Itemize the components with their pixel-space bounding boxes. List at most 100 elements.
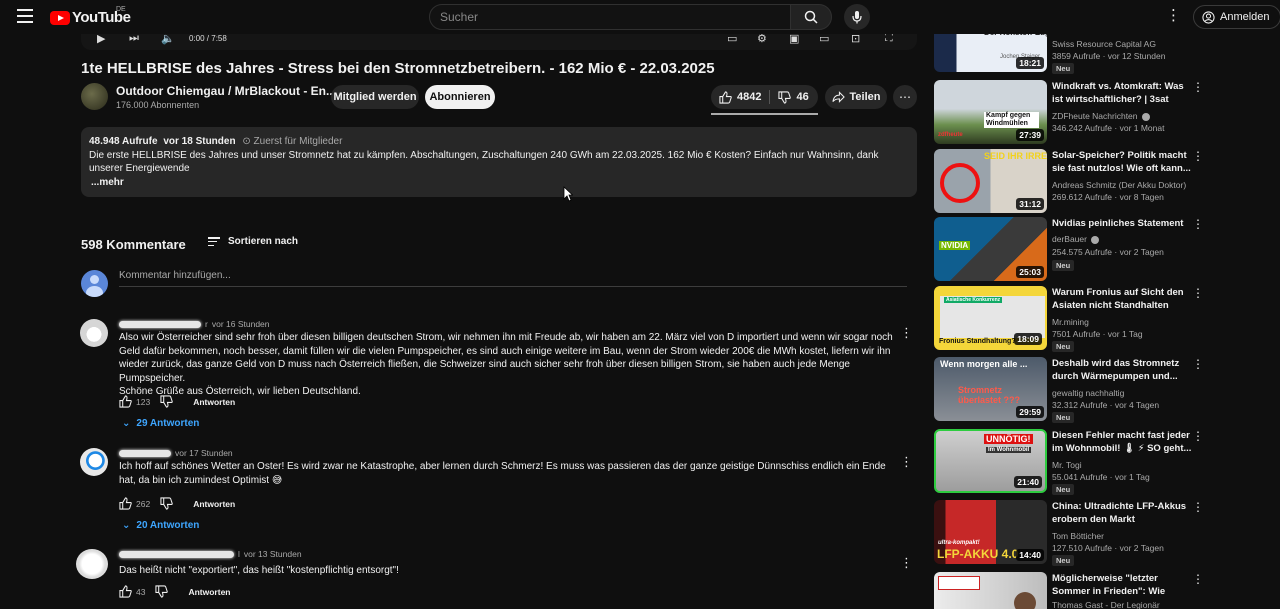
thumbs-up-icon[interactable]: [119, 395, 132, 408]
signin-button[interactable]: Anmelden: [1193, 5, 1280, 29]
show-more-link[interactable]: ...mehr: [91, 176, 909, 190]
video-thumbnail[interactable]: SEID IHR IRRE? 31:12: [934, 149, 1047, 213]
sort-label: Sortieren nach: [228, 236, 299, 247]
video-title[interactable]: China: Ultradichte LFP-Akkus erobern den…: [1052, 500, 1192, 526]
like-button[interactable]: 4842: [711, 85, 769, 109]
video-title[interactable]: Möglicherweise "letzter Sommer in Friede…: [1052, 572, 1192, 598]
video-menu-icon[interactable]: ⋮: [1192, 572, 1204, 586]
comment-avatar[interactable]: [80, 319, 108, 347]
search-input[interactable]: Sucher: [429, 4, 791, 30]
comment-menu-icon[interactable]: ⋮: [900, 325, 913, 341]
video-menu-icon[interactable]: ⋮: [1192, 149, 1204, 163]
video-thumbnail[interactable]: Asiatische Konkurrenz Fronius Standhaltu…: [934, 286, 1047, 350]
video-menu-icon[interactable]: ⋮: [1192, 80, 1204, 94]
video-thumbnail[interactable]: ultra-kompakt! LFP-AKKU 4.0 14:40: [934, 500, 1047, 564]
video-title[interactable]: Diesen Fehler macht fast jeder im Wohnmo…: [1052, 429, 1192, 455]
related-video[interactable]: NVIDIA 25:03 Nvidias peinliches Statemen…: [934, 217, 1210, 281]
dislike-button[interactable]: 46: [770, 85, 816, 109]
new-badge: Neu: [1052, 484, 1075, 495]
thumbs-up-icon[interactable]: [119, 497, 132, 510]
video-thumbnail[interactable]: NVIDIA 25:03: [934, 217, 1047, 281]
comment-time[interactable]: vor 17 Stunden: [175, 448, 233, 458]
video-title[interactable]: Deshalb wird das Stromnetz durch Wärmepu…: [1052, 357, 1192, 383]
video-channel: Andreas Schmitz (Der Akku Doktor): [1052, 180, 1187, 190]
related-video[interactable]: Wenn morgen alle ... Stromnetz überlaste…: [934, 357, 1210, 423]
video-title[interactable]: Nvidias peinliches Statement: [1052, 217, 1192, 230]
thumbs-down-icon[interactable]: [160, 395, 173, 408]
youtube-logo[interactable]: YouTube DE: [50, 6, 131, 26]
thumbnail-text: UNNÖTIG!: [984, 434, 1033, 444]
comment-thread: l vor 13 Stunden Das heißt nicht "export…: [76, 549, 916, 607]
video-title[interactable]: Solar-Speicher? Politik macht sie fast n…: [1052, 149, 1192, 175]
author-name-suffix: l: [238, 549, 240, 559]
video-meta: 269.612 Aufrufe · vor 8 Tagen: [1052, 192, 1164, 202]
related-video[interactable]: Kampf gegen Windmühlen zdfheute 27:39 Wi…: [934, 80, 1210, 144]
video-title[interactable]: Windkraft vs. Atomkraft: Was ist wirtsch…: [1052, 80, 1192, 106]
description-meta: 48.948 Aufrufe vor 18 Stunden ⊙ Zuerst f…: [89, 135, 909, 149]
thumbs-down-icon[interactable]: [155, 585, 169, 598]
add-comment-underline: [119, 286, 907, 287]
view-replies-button[interactable]: ⌄ 29 Antworten: [122, 418, 199, 429]
video-menu-icon[interactable]: ⋮: [1192, 357, 1204, 371]
channel-avatar[interactable]: [81, 83, 108, 110]
video-thumbnail[interactable]: Wenn morgen alle ... Stromnetz überlaste…: [934, 357, 1047, 421]
more-actions-button[interactable]: ⋯: [893, 85, 917, 109]
related-video[interactable]: ultra-kompakt! LFP-AKKU 4.0 14:40 China:…: [934, 500, 1210, 566]
video-thumbnail[interactable]: [934, 572, 1047, 609]
video-thumbnail[interactable]: UNNÖTIG! Im Wohnmobil 21:40: [934, 429, 1047, 493]
video-menu-icon[interactable]: ⋮: [1192, 429, 1204, 443]
menu-icon[interactable]: [17, 9, 33, 23]
new-badge: Neu: [1052, 63, 1075, 74]
search-button[interactable]: [790, 4, 832, 30]
reply-button[interactable]: Antworten: [193, 499, 235, 509]
comment-avatar[interactable]: [76, 549, 108, 579]
share-label: Teilen: [849, 91, 881, 103]
video-thumbnail[interactable]: Kampf gegen Windmühlen zdfheute 27:39: [934, 80, 1047, 144]
related-video[interactable]: SEID IHR IRRE? 31:12 Solar-Speicher? Pol…: [934, 149, 1210, 213]
subscribe-button[interactable]: Abonnieren: [425, 85, 495, 109]
thumbs-down-icon[interactable]: [160, 497, 173, 510]
author-name-blurred[interactable]: [119, 550, 234, 558]
description-box[interactable]: 48.948 Aufrufe vor 18 Stunden ⊙ Zuerst f…: [81, 127, 917, 197]
reply-button[interactable]: Antworten: [188, 587, 230, 597]
settings-more-icon[interactable]: ⋮: [1166, 8, 1181, 24]
video-duration: 14:40: [1016, 549, 1044, 561]
reply-button[interactable]: Antworten: [193, 397, 235, 407]
channel-name-link[interactable]: Outdoor Chiemgau / MrBlackout - En...: [116, 84, 350, 98]
add-comment-input[interactable]: Kommentar hinzufügen...: [119, 270, 231, 281]
like-count: 4842: [737, 91, 762, 103]
thumbnail-overlay: [938, 576, 980, 590]
video-title[interactable]: Warum Fronius auf Sicht den Asiaten nich…: [1052, 286, 1192, 312]
video-age: vor 12 Stunden: [1107, 51, 1166, 61]
video-channel-name: derBauer: [1052, 234, 1087, 244]
video-menu-icon[interactable]: ⋮: [1192, 286, 1204, 300]
video-menu-icon[interactable]: ⋮: [1192, 217, 1204, 231]
comment-menu-icon[interactable]: ⋮: [900, 555, 913, 571]
related-video[interactable]: UNNÖTIG! Im Wohnmobil 21:40 Diesen Fehle…: [934, 429, 1210, 495]
video-menu-icon[interactable]: ⋮: [1192, 500, 1204, 514]
comment-text-closing: Schöne Grüße aus Österreich, wir lieben …: [119, 386, 361, 397]
upload-age: vor 18 Stunden: [163, 136, 236, 147]
voice-search-button[interactable]: [844, 4, 870, 30]
share-button[interactable]: Teilen: [825, 85, 887, 109]
chevron-down-icon: ⌄: [122, 418, 131, 429]
comment-time[interactable]: vor 16 Stunden: [212, 319, 270, 329]
comment-avatar[interactable]: [80, 448, 108, 476]
youtube-play-icon: [50, 10, 70, 25]
comment-menu-icon[interactable]: ⋮: [900, 454, 913, 470]
author-name-blurred[interactable]: [119, 449, 171, 457]
video-channel: gewaltig nachhaltig: [1052, 388, 1125, 398]
view-replies-button[interactable]: ⌄ 20 Antworten: [122, 520, 199, 531]
join-button[interactable]: Mitglied werden: [331, 85, 419, 109]
author-name-blurred[interactable]: [119, 320, 201, 328]
sort-button[interactable]: Sortieren nach: [208, 236, 298, 247]
comment-actions: 262 Antworten: [119, 497, 235, 510]
thumbs-up-icon[interactable]: [119, 585, 132, 598]
comment-time[interactable]: vor 13 Stunden: [244, 549, 302, 559]
related-video[interactable]: Möglicherweise "letzter Sommer in Friede…: [934, 572, 1210, 609]
video-age: vor 2 Tagen: [1119, 247, 1164, 257]
thumbnail-text: SEID IHR IRRE?: [984, 151, 1047, 161]
video-duration: 18:09: [1014, 333, 1042, 345]
thumbnail-text: LFP-AKKU 4.0: [937, 547, 1019, 561]
related-video[interactable]: Asiatische Konkurrenz Fronius Standhaltu…: [934, 286, 1210, 352]
